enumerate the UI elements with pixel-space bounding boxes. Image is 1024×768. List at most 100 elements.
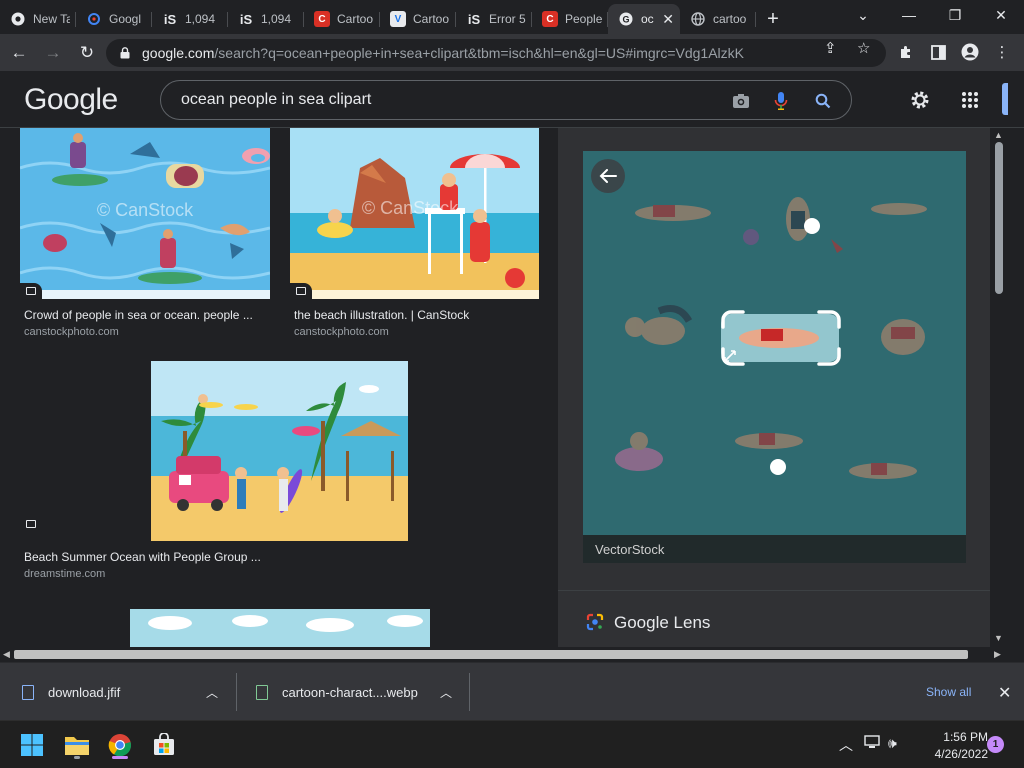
volume-icon[interactable]: 🕪: [888, 735, 897, 752]
download-item[interactable]: download.jfif ︿: [22, 663, 232, 721]
scroll-down-icon[interactable]: ▼: [994, 633, 1003, 643]
close-window-button[interactable]: ✕: [978, 0, 1024, 30]
scroll-right-icon[interactable]: ▶: [994, 649, 1001, 660]
reload-button[interactable]: ↻: [72, 38, 102, 68]
scroll-left-icon[interactable]: ◀: [3, 649, 10, 660]
result-title[interactable]: Beach Summer Ocean with People Group ...: [24, 550, 261, 564]
result-thumbnail[interactable]: © CanStock: [290, 128, 539, 299]
result-source[interactable]: canstockphoto.com: [294, 326, 389, 338]
download-bar: download.jfif ︿ cartoon-charact....webp …: [0, 662, 1024, 720]
windows-taskbar: ︿ 🕪 1:56 PM 4/26/2022: [0, 720, 1024, 768]
tab-canstock-1[interactable]: C Cartoo: [304, 4, 380, 34]
vertical-scrollbar[interactable]: ▲ ▼: [990, 128, 1007, 647]
google-lens-label[interactable]: Google Lens: [614, 613, 710, 633]
tab-google-lens[interactable]: Googl: [76, 4, 152, 34]
google-logo[interactable]: Google: [24, 83, 118, 117]
image-results-grid: © CanStock Crowd of people in sea or oce…: [0, 128, 558, 647]
system-clock[interactable]: 1:56 PM 4/26/2022: [912, 729, 988, 763]
image-type-icon: [20, 283, 42, 299]
tab-istock-2[interactable]: iS 1,094: [228, 4, 304, 34]
file-explorer-icon[interactable]: [61, 729, 93, 761]
tray-overflow-chevron-icon[interactable]: ︿: [839, 735, 853, 755]
browser-menu-icon[interactable]: ⋮: [988, 38, 1016, 66]
download-filename: download.jfif: [48, 684, 121, 700]
result-thumbnail[interactable]: [151, 361, 408, 541]
notification-badge[interactable]: 1: [987, 736, 1004, 753]
tab-title: Cartoo: [337, 12, 374, 26]
vectorstock-icon: V: [390, 11, 406, 27]
tab-google-images-active[interactable]: G oc ✕: [608, 4, 680, 34]
divider: [236, 673, 237, 711]
resize-handle-icon[interactable]: [723, 349, 737, 363]
minimize-button[interactable]: —: [886, 0, 932, 30]
horizontal-scrollbar[interactable]: ◀ ▶: [0, 647, 1007, 662]
scrollbar-thumb[interactable]: [995, 142, 1003, 294]
result-title[interactable]: the beach illustration. | CanStock: [294, 308, 469, 322]
image-type-icon: [20, 516, 42, 532]
network-icon[interactable]: [864, 735, 880, 752]
result-thumbnail[interactable]: [130, 609, 430, 647]
tab-cartoon-globe[interactable]: cartoo: [680, 4, 756, 34]
google-icon: G: [618, 11, 634, 27]
tab-error[interactable]: iS Error 5: [456, 4, 532, 34]
url-path: /search?q=ocean+people+in+sea+clipart&tb…: [214, 45, 745, 61]
url-host: google.com: [142, 45, 215, 61]
clock-time: 1:56 PM: [943, 730, 988, 744]
microphone-icon[interactable]: [769, 89, 793, 113]
microsoft-store-icon[interactable]: [148, 729, 180, 761]
extensions-puzzle-icon[interactable]: [892, 38, 920, 66]
tab-vectorstock[interactable]: V Cartoo: [380, 4, 456, 34]
scrollbar-thumb[interactable]: [14, 650, 968, 659]
tab-canstock-2[interactable]: C People: [532, 4, 608, 34]
forward-button[interactable]: →: [38, 38, 68, 68]
share-icon[interactable]: ⇪: [824, 39, 837, 57]
result-source[interactable]: dreamstime.com: [24, 568, 105, 580]
sign-in-button-edge[interactable]: [1002, 83, 1008, 115]
image-result-card[interactable]: Beach Summer Ocean with People Group ...…: [20, 361, 420, 581]
restore-button[interactable]: ❐: [932, 0, 978, 30]
image-result-card[interactable]: © CanStock the beach illustration. | Can…: [290, 128, 540, 338]
side-panel-icon[interactable]: [924, 38, 952, 66]
image-result-card[interactable]: © CanStock Crowd of people in sea or oce…: [20, 128, 270, 338]
tab-title: Error 5: [489, 12, 526, 26]
tab-new-tab[interactable]: New Ta: [0, 4, 76, 34]
lock-icon: [120, 47, 130, 59]
tab-search-chevron-icon[interactable]: ⌄: [840, 0, 886, 30]
camera-icon[interactable]: [729, 89, 753, 113]
chevron-up-icon[interactable]: ︿: [206, 684, 218, 701]
download-item[interactable]: cartoon-charact....webp ︿: [256, 663, 466, 721]
tab-istock-1[interactable]: iS 1,094: [152, 4, 228, 34]
address-bar[interactable]: google.com/search?q=ocean+people+in+sea+…: [106, 39, 886, 67]
tab-title: 1,094: [185, 12, 216, 26]
result-source[interactable]: canstockphoto.com: [24, 326, 119, 338]
image-result-card[interactable]: [130, 609, 430, 647]
search-box[interactable]: [160, 80, 852, 120]
show-all-downloads-button[interactable]: Show all: [926, 685, 971, 699]
new-tab-button[interactable]: +: [756, 4, 790, 34]
close-tab-icon[interactable]: ✕: [662, 11, 674, 28]
istock-icon: iS: [466, 11, 482, 27]
file-icon: [22, 684, 34, 700]
search-input[interactable]: [181, 91, 701, 109]
scroll-up-icon[interactable]: ▲: [994, 130, 1003, 140]
result-thumbnail[interactable]: © CanStock: [20, 128, 270, 299]
profile-avatar-icon[interactable]: [956, 38, 984, 66]
search-icon[interactable]: [811, 89, 835, 113]
file-icon: [256, 684, 268, 700]
tab-title: Googl: [109, 12, 142, 26]
bookmark-star-icon[interactable]: ☆: [857, 39, 870, 57]
chevron-up-icon[interactable]: ︿: [440, 684, 452, 701]
result-title[interactable]: Crowd of people in sea or ocean. people …: [24, 308, 253, 322]
preview-image[interactable]: VectorStock: [583, 151, 966, 563]
google-lens-icon: [86, 11, 102, 27]
chrome-taskbar-icon[interactable]: [104, 729, 136, 761]
windows-start-icon[interactable]: [16, 729, 48, 761]
browser-toolbar: ← → ↻ google.com/search?q=ocean+people+i…: [0, 34, 1024, 71]
tab-title: 1,094: [261, 12, 292, 26]
vectorstock-watermark: VectorStock: [595, 542, 665, 557]
back-button[interactable]: ←: [4, 38, 34, 68]
back-arrow-icon[interactable]: [596, 165, 620, 187]
google-apps-grid-icon[interactable]: [957, 87, 983, 113]
close-download-bar-icon[interactable]: ✕: [998, 683, 1011, 703]
settings-gear-icon[interactable]: [907, 87, 933, 113]
